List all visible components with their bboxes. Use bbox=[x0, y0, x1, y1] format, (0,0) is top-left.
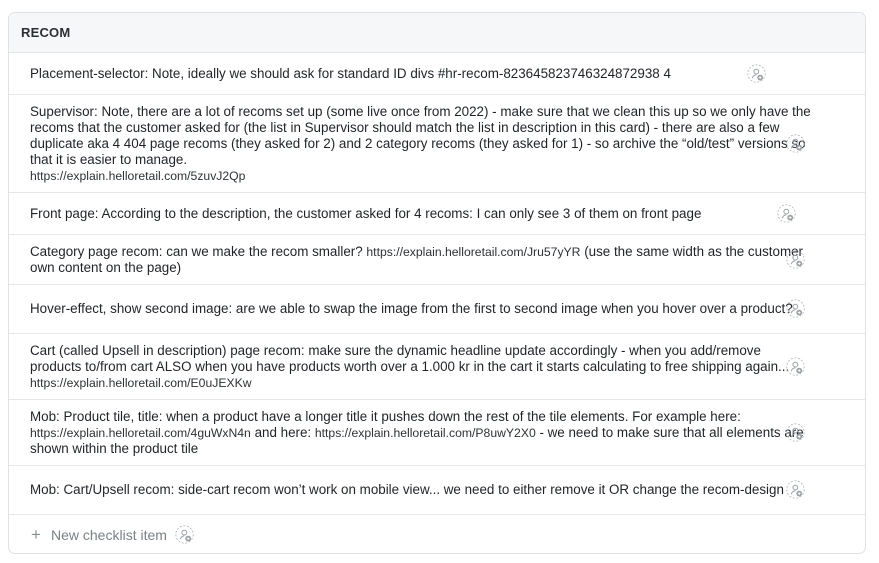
item-link[interactable]: https://explain.helloretail.com/E0uJEXKw bbox=[30, 376, 252, 390]
assign-member-icon[interactable] bbox=[786, 356, 805, 376]
assign-member-icon[interactable] bbox=[786, 422, 805, 442]
checklist-item-text[interactable]: Front page: According to the description… bbox=[30, 206, 701, 222]
item-link[interactable]: https://explain.helloretail.com/4guWxN4n bbox=[30, 426, 251, 440]
item-link[interactable]: https://explain.helloretail.com/P8uwY2X0 bbox=[315, 426, 536, 440]
new-checklist-item-button[interactable]: + New checklist item bbox=[9, 515, 865, 553]
checklist-item-text[interactable]: Category page recom: can we make the rec… bbox=[30, 244, 811, 276]
item-text: and here: bbox=[250, 424, 315, 440]
plus-icon: + bbox=[31, 524, 41, 544]
checklist-item[interactable]: Mob: Cart/Upsell recom: side-cart recom … bbox=[9, 466, 865, 515]
item-text: Mob: Cart/Upsell recom: side-cart recom … bbox=[30, 482, 784, 497]
checklist-item-text[interactable]: Cart (called Upsell in description) page… bbox=[30, 343, 811, 391]
item-text: Supervisor: Note, there are a lot of rec… bbox=[30, 103, 811, 167]
item-text: Front page: According to the description… bbox=[30, 205, 702, 221]
assign-member-icon[interactable] bbox=[786, 133, 805, 153]
assign-member-icon[interactable] bbox=[786, 299, 805, 318]
item-link[interactable]: https://explain.helloretail.com/Jru57yYR bbox=[366, 245, 580, 259]
checklist-item[interactable]: Hover-effect, show second image: are we … bbox=[9, 285, 865, 334]
checklist-card: RECOM Placement-selector: Note, ideally … bbox=[8, 12, 866, 554]
new-checklist-item-label: New checklist item bbox=[51, 526, 167, 543]
assign-member-icon[interactable] bbox=[777, 203, 796, 223]
checklist-item[interactable]: Mob: Product tile, title: when a product… bbox=[9, 400, 865, 466]
checklist-item[interactable]: Supervisor: Note, there are a lot of rec… bbox=[9, 95, 865, 193]
item-text: Mob: Product tile, title: when a product… bbox=[30, 408, 741, 424]
item-text: Placement-selector: Note, ideally we sho… bbox=[30, 65, 671, 81]
assign-member-icon[interactable] bbox=[747, 63, 766, 83]
item-text: Hover-effect, show second image: are we … bbox=[30, 301, 793, 316]
item-text: Category page recom: can we make the rec… bbox=[30, 243, 367, 259]
checklist-title: RECOM bbox=[9, 13, 865, 53]
item-link[interactable]: https://explain.helloretail.com/5zuvJ2Qp bbox=[30, 169, 245, 183]
checklist-item-text[interactable]: Hover-effect, show second image: are we … bbox=[30, 301, 793, 317]
assign-member-icon[interactable] bbox=[786, 480, 805, 499]
checklist-item-text[interactable]: Mob: Cart/Upsell recom: side-cart recom … bbox=[30, 482, 784, 498]
assign-member-icon[interactable] bbox=[786, 249, 805, 269]
checklist-item-text[interactable]: Supervisor: Note, there are a lot of rec… bbox=[30, 104, 811, 184]
assign-member-icon[interactable] bbox=[175, 525, 194, 544]
checklist-item-text[interactable]: Mob: Product tile, title: when a product… bbox=[30, 409, 811, 457]
checklist-item-text[interactable]: Placement-selector: Note, ideally we sho… bbox=[30, 66, 671, 82]
item-text: Cart (called Upsell in description) page… bbox=[30, 342, 790, 374]
checklist-item[interactable]: Cart (called Upsell in description) page… bbox=[9, 334, 865, 400]
checklist-item[interactable]: Placement-selector: Note, ideally we sho… bbox=[9, 53, 865, 95]
checklist-item[interactable]: Front page: According to the description… bbox=[9, 193, 865, 235]
checklist-item[interactable]: Category page recom: can we make the rec… bbox=[9, 235, 865, 285]
